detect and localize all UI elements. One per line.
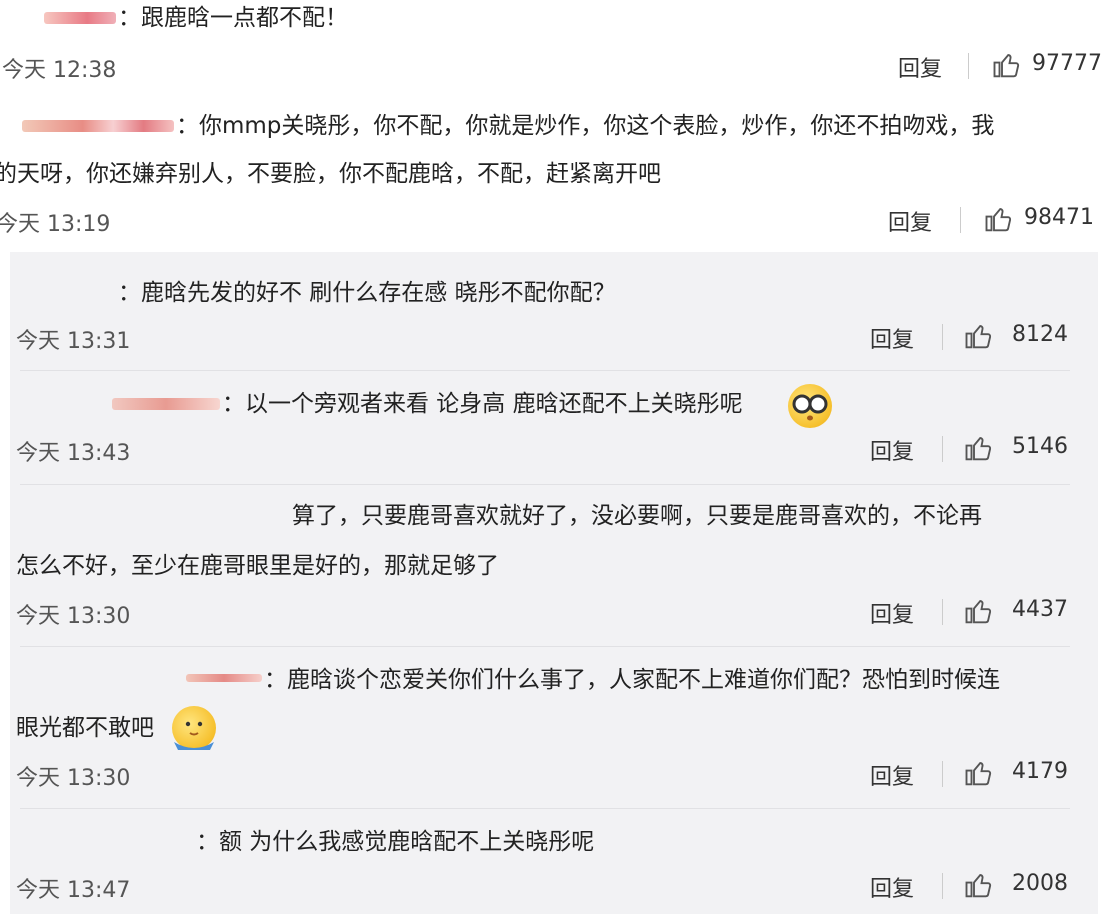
reply-button[interactable]: 回复: [888, 205, 932, 237]
reply-text-line1: 算了，只要鹿哥喜欢就好了，没必要啊，只要是鹿哥喜欢的，不论再: [292, 503, 982, 529]
reply-time: 今天 13:43: [16, 441, 131, 466]
like-count: 8124: [1012, 322, 1068, 347]
redacted-username: [112, 398, 220, 410]
reply-time: 今天 13:31: [16, 329, 131, 354]
thumbs-up-icon[interactable]: [984, 204, 1014, 234]
thumbs-up-icon[interactable]: [964, 870, 994, 900]
divider: [20, 484, 1070, 485]
comment-time: 今天 12:38: [2, 58, 117, 83]
comment-1: ：跟鹿晗一点都不配！ 今天 12:38 回复 97777: [0, 0, 1108, 90]
reply-5: ：额 为什么我感觉鹿晗配不上关晓彤呢 今天 13:47 回复 2008: [0, 816, 1108, 914]
shy-face-emoji-icon: [172, 706, 216, 750]
shocked-glasses-emoji-icon: [788, 384, 832, 428]
like-count: 98471: [1024, 205, 1094, 230]
separator: [942, 599, 943, 625]
separator: [968, 53, 969, 79]
separator: [942, 761, 943, 787]
like-count: 4179: [1012, 759, 1068, 784]
reply-text: ：额 为什么我感觉鹿晗配不上关晓彤呢: [196, 829, 595, 855]
reply-text-line1: ：鹿晗谈个恋爱关你们什么事了，人家配不上难道你们配？恐怕到时候连: [264, 667, 1000, 693]
like-count: 97777: [1032, 51, 1102, 76]
thumbs-up-icon[interactable]: [964, 433, 994, 463]
redacted-username: [44, 12, 116, 24]
comment-text-line1: ：你mmp关晓彤，你不配，你就是炒作，你这个表脸，炒作，你还不拍吻戏，我: [176, 113, 995, 139]
thumbs-up-icon[interactable]: [964, 596, 994, 626]
reply-time: 今天 13:30: [16, 766, 131, 791]
reply-time: 今天 13:30: [16, 604, 131, 629]
like-count: 5146: [1012, 434, 1068, 459]
thumbs-up-icon[interactable]: [964, 758, 994, 788]
divider: [20, 646, 1070, 647]
thumbs-up-icon[interactable]: [964, 321, 994, 351]
reply-text-line2: 眼光都不敢吧: [16, 715, 154, 741]
separator: [960, 207, 961, 233]
reply-text: ：鹿晗先发的好不 刷什么存在感 晓彤不配你配？: [118, 280, 616, 306]
redacted-username: [22, 120, 174, 132]
redacted-username: [186, 674, 262, 682]
reply-2: ：以一个旁观者来看 论身高 鹿晗还配不上关晓彤呢 今天 13:43 回复 514…: [0, 378, 1108, 478]
thumbs-up-icon[interactable]: [992, 50, 1022, 80]
comment-2: ：你mmp关晓彤，你不配，你就是炒作，你这个表脸，炒作，你还不拍吻戏，我 的天呀…: [0, 100, 1108, 250]
separator: [942, 436, 943, 462]
comment-text-line2: 的天呀，你还嫌弃别人，不要脸，你不配鹿晗，不配，赶紧离开吧: [0, 161, 661, 187]
like-count: 4437: [1012, 597, 1068, 622]
reply-time: 今天 13:47: [16, 878, 131, 903]
reply-button[interactable]: 回复: [870, 597, 914, 629]
reply-1: ：鹿晗先发的好不 刷什么存在感 晓彤不配你配？ 今天 13:31 回复 8124: [0, 265, 1108, 365]
reply-button[interactable]: 回复: [870, 322, 914, 354]
like-count: 2008: [1012, 871, 1068, 896]
separator: [942, 324, 943, 350]
separator: [942, 873, 943, 899]
reply-3: 算了，只要鹿哥喜欢就好了，没必要啊，只要是鹿哥喜欢的，不论再 怎么不好，至少在鹿…: [0, 492, 1108, 642]
reply-button[interactable]: 回复: [870, 871, 914, 903]
divider: [20, 808, 1070, 809]
reply-button[interactable]: 回复: [870, 434, 914, 466]
reply-text-line2: 怎么不好，至少在鹿哥眼里是好的，那就足够了: [16, 553, 499, 579]
reply-text: ：以一个旁观者来看 论身高 鹿晗还配不上关晓彤呢: [222, 391, 743, 417]
reply-button[interactable]: 回复: [898, 51, 942, 83]
comment-text: ：跟鹿晗一点都不配！: [118, 5, 348, 31]
reply-4: ：鹿晗谈个恋爱关你们什么事了，人家配不上难道你们配？恐怕到时候连 眼光都不敢吧 …: [0, 654, 1108, 804]
comment-time: 今天 13:19: [0, 212, 111, 237]
reply-button[interactable]: 回复: [870, 759, 914, 791]
divider: [20, 370, 1070, 371]
